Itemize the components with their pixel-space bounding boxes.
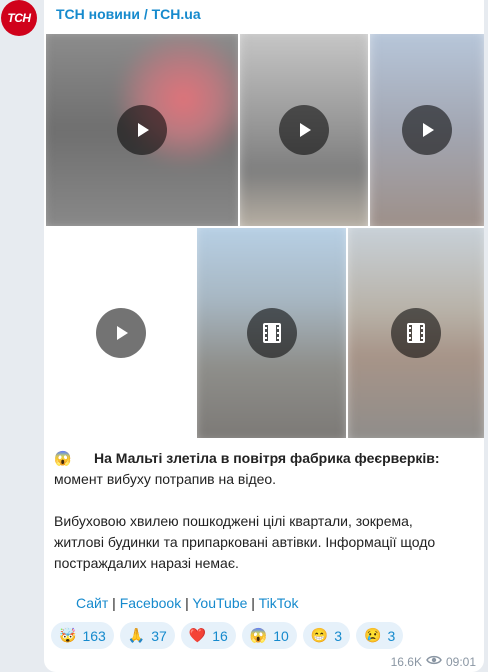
media-video-2[interactable] <box>240 34 368 226</box>
headline: На Мальті злетіла в повітря фабрика феєр… <box>94 450 440 466</box>
reaction-count: 10 <box>273 627 289 644</box>
reaction-scream[interactable]: 😱 10 <box>241 622 297 649</box>
link-site[interactable]: Сайт <box>76 595 108 611</box>
message-text: 😱 На Мальті злетіла в повітря фабрика фе… <box>54 448 474 574</box>
reaction-count: 3 <box>387 627 396 644</box>
reaction-cry[interactable]: 😢 3 <box>356 622 404 649</box>
link-youtube[interactable]: YouTube <box>192 595 247 611</box>
media-video-5[interactable] <box>197 228 346 438</box>
headline-rest: момент вибуху потрапив на відео. <box>54 471 277 487</box>
reactions-bar: 🤯 163 🙏 37 ❤️ 16 😱 10 😁 3 😢 3 <box>51 622 404 649</box>
message-meta: 16.6K 09:01 <box>391 654 476 669</box>
media-video-4[interactable] <box>46 228 195 438</box>
scream-icon: 😱 <box>249 627 268 643</box>
body-line-1: Вибуховою хвилею пошкоджені цілі квартал… <box>54 513 413 529</box>
channel-avatar[interactable]: ТСН <box>1 0 37 36</box>
reaction-count: 3 <box>334 627 343 644</box>
link-separator: | <box>181 595 193 611</box>
body-line-2: житлові будинки та припарковані автівки.… <box>54 534 436 550</box>
film-icon[interactable] <box>246 308 297 358</box>
media-video-1[interactable] <box>46 34 238 226</box>
grin-icon: 😁 <box>310 627 329 643</box>
play-icon[interactable] <box>402 105 452 155</box>
exploding-head-icon: 🤯 <box>59 627 77 643</box>
body-line-3: постраждалих наразі немає. <box>54 555 239 571</box>
reaction-grin[interactable]: 😁 3 <box>302 622 351 649</box>
link-separator: | <box>108 595 120 611</box>
film-icon[interactable] <box>391 308 441 358</box>
reaction-count: 37 <box>151 627 167 644</box>
play-icon[interactable] <box>279 105 329 155</box>
link-separator: | <box>247 595 259 611</box>
reaction-exploding-head[interactable]: 🤯 163 <box>51 622 114 649</box>
message-bubble: ТСН новини / TCH.ua 😱 На Мальті злетіла … <box>44 0 484 672</box>
scream-emoji-icon: 😱 <box>54 450 72 466</box>
reaction-heart[interactable]: ❤️ 16 <box>180 622 236 649</box>
play-icon[interactable] <box>95 308 146 358</box>
channel-name[interactable]: ТСН новини / TCH.ua <box>56 6 201 22</box>
play-icon[interactable] <box>117 105 167 155</box>
media-video-6[interactable] <box>348 228 484 438</box>
link-facebook[interactable]: Facebook <box>120 595 181 611</box>
reaction-pray[interactable]: 🙏 37 <box>119 622 175 649</box>
reaction-count: 163 <box>82 627 106 644</box>
eye-icon <box>426 654 442 669</box>
pray-icon: 🙏 <box>127 627 146 643</box>
link-tiktok[interactable]: TikTok <box>259 595 299 611</box>
timestamp: 09:01 <box>445 654 476 669</box>
heart-icon: ❤️ <box>188 627 207 643</box>
view-count: 16.6K <box>390 654 422 669</box>
cry-icon: 😢 <box>364 627 382 643</box>
reaction-count: 16 <box>212 627 228 644</box>
media-video-3[interactable] <box>370 34 484 226</box>
social-links: Сайт | Facebook | YouTube | TikTok <box>76 595 299 611</box>
